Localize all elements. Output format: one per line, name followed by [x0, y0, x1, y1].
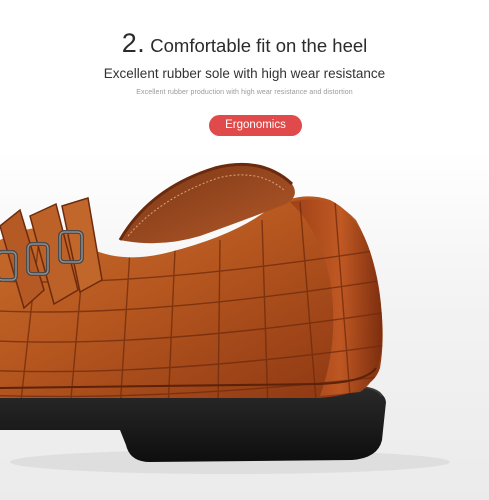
- ergonomics-badge: Ergonomics: [209, 115, 302, 136]
- product-feature-banner: 2. Comfortable fit on the heel Excellent …: [0, 0, 489, 500]
- feature-caption: Excellent rubber production with high we…: [136, 89, 353, 96]
- shoe-heel-photo: [0, 162, 450, 474]
- feature-title: Comfortable fit on the heel: [150, 35, 368, 56]
- feature-subtitle: Excellent rubber sole with high wear res…: [103, 66, 386, 81]
- feature-heading: 2. Comfortable fit on the heel: [0, 28, 489, 59]
- feature-number: 2.: [121, 28, 146, 58]
